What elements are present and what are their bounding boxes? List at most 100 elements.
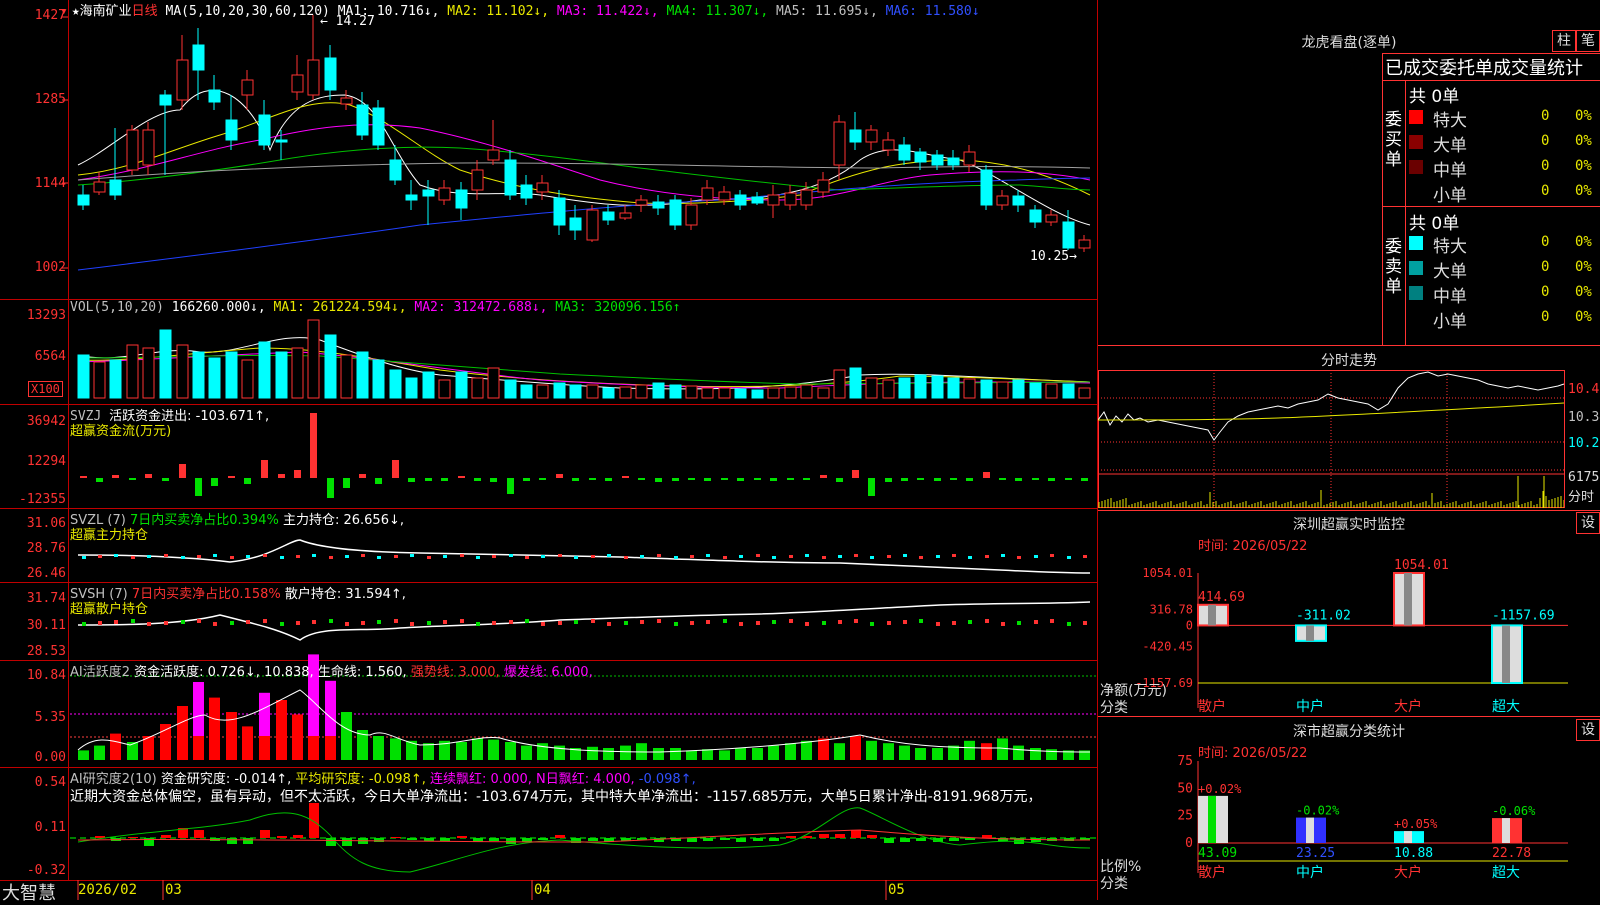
svzl-mark: [739, 555, 743, 558]
buy-label: 委买单: [1385, 110, 1402, 170]
candle: [1012, 195, 1025, 206]
order-pct: 0%: [1575, 108, 1592, 124]
sz-class-settings-button[interactable]: 设: [1576, 719, 1600, 741]
order-color-swatch: [1409, 160, 1423, 174]
candle: [225, 119, 238, 141]
volume-bar: [882, 379, 895, 399]
order-type-label: 大单: [1433, 262, 1467, 282]
svzl-mark: [591, 555, 595, 558]
ai-active-bar: [866, 740, 877, 760]
svzj-bar: [327, 478, 334, 498]
ai-active-bar: [702, 749, 713, 760]
category-label: 中户: [1296, 864, 1324, 881]
volume-bar: [718, 387, 731, 399]
fenshi-price-low: 10.25: [1568, 436, 1600, 451]
svsh-mark: [280, 622, 284, 626]
svzl-mark: [361, 554, 365, 557]
svzj-bar: [145, 474, 152, 478]
svsh-mark: [919, 619, 923, 623]
ai-research-def: AI研究度2(10): [70, 772, 157, 787]
candle: [241, 79, 254, 96]
svsh-mark: [854, 619, 858, 623]
ratio-bar-shade: [1404, 831, 1412, 843]
svsh-mark: [1001, 622, 1005, 626]
svsh-mark: [377, 620, 381, 624]
svzj-bar: [852, 470, 859, 478]
ai-research-bar: [440, 838, 450, 841]
volume-bar: [471, 377, 484, 399]
volume-bar: [520, 384, 533, 399]
svsh-mark: [1034, 620, 1038, 624]
volume-bar: [963, 378, 976, 399]
ai-research-bar: [720, 838, 730, 840]
ai-research-bar: [819, 834, 829, 838]
candle: [291, 74, 304, 93]
volume-bar: [586, 384, 599, 399]
svsh-mark: [246, 620, 250, 624]
column-view-button[interactable]: 柱: [1552, 30, 1576, 52]
lhb-title: 龙虎看盘(逐单): [1301, 35, 1397, 51]
svzj-bar: [425, 478, 432, 481]
order-row-2: 中单 0 0%: [1409, 156, 1599, 181]
ai-research-bar: [916, 838, 926, 841]
svsh-mark: [541, 622, 545, 626]
ai-research-bar: [982, 835, 992, 838]
svzj-bar: [721, 478, 728, 480]
sz-monitor-settings-button[interactable]: 设: [1576, 512, 1600, 534]
order-count: 0: [1541, 108, 1550, 124]
svzj-bar: [523, 478, 530, 481]
candle: [652, 201, 665, 209]
candle: [718, 191, 731, 201]
order-type-label: 特大: [1433, 111, 1467, 131]
ai-active-v2: 10.838,: [264, 665, 314, 680]
svsh-mark: [756, 621, 760, 625]
ma-def: MA(5,10,20,30,60,120): [165, 4, 330, 19]
y-tick: 1427: [34, 8, 66, 23]
candle: [751, 196, 764, 204]
candle: [914, 151, 927, 163]
ai-active-bar: [997, 738, 1008, 760]
y-tick: 50: [1177, 781, 1193, 796]
svzj-bar: [638, 478, 645, 480]
svsh-mark: [657, 619, 661, 623]
svzl-mark: [509, 554, 513, 557]
fenshi-price-high: 10.43: [1568, 382, 1600, 397]
period-label[interactable]: 日线: [132, 4, 158, 19]
svzj-bar: [507, 478, 514, 494]
svzl-mark: [952, 554, 956, 557]
svzl-mark: [657, 554, 661, 557]
sz-monitor-xlabel: 分类: [1100, 700, 1128, 716]
ratio-bar-shade: [1502, 818, 1510, 843]
net-amount-label: 414.69: [1198, 590, 1245, 605]
kline-chart-area[interactable]: [0, 0, 1098, 900]
y-tick: 5.35: [34, 710, 66, 725]
svzj-bar: [1065, 478, 1072, 480]
ai-active-bar: [521, 745, 532, 760]
order-color-swatch: [1409, 236, 1423, 250]
vol-ma2: MA2: 312472.688↓,: [414, 300, 548, 315]
candle: [208, 89, 221, 103]
y-tick: 75: [1177, 755, 1193, 769]
svzj-bar: [392, 460, 399, 478]
vol-unit-button[interactable]: X100: [28, 381, 63, 397]
ai-research-bar: [161, 835, 171, 838]
candle: [324, 57, 337, 91]
svzl-mark: [772, 556, 776, 559]
order-pct: 0%: [1575, 284, 1592, 300]
stock-name[interactable]: 海南矿业: [80, 4, 132, 19]
sell-label: 委卖单: [1385, 237, 1402, 297]
svzl-mark: [476, 556, 480, 559]
category-label: 散户: [1198, 698, 1226, 715]
svzj-bar: [655, 478, 662, 482]
svzj-bar: [228, 476, 235, 478]
ai-active-bar: [603, 748, 614, 760]
svzj-bar: [868, 478, 875, 496]
candle: [602, 211, 615, 221]
main-chart-header: ▾ ★海南矿业日线 MA(5,10,20,30,60,120) MA1: 10.7…: [60, 4, 980, 19]
ai-research-bar: [687, 838, 697, 842]
ai-active-bar: [801, 740, 812, 760]
svzj-bar: [441, 478, 448, 481]
ai-active-bar: [308, 736, 319, 760]
order-pct: 0%: [1575, 183, 1592, 199]
tick-view-button[interactable]: 笔: [1576, 30, 1600, 52]
